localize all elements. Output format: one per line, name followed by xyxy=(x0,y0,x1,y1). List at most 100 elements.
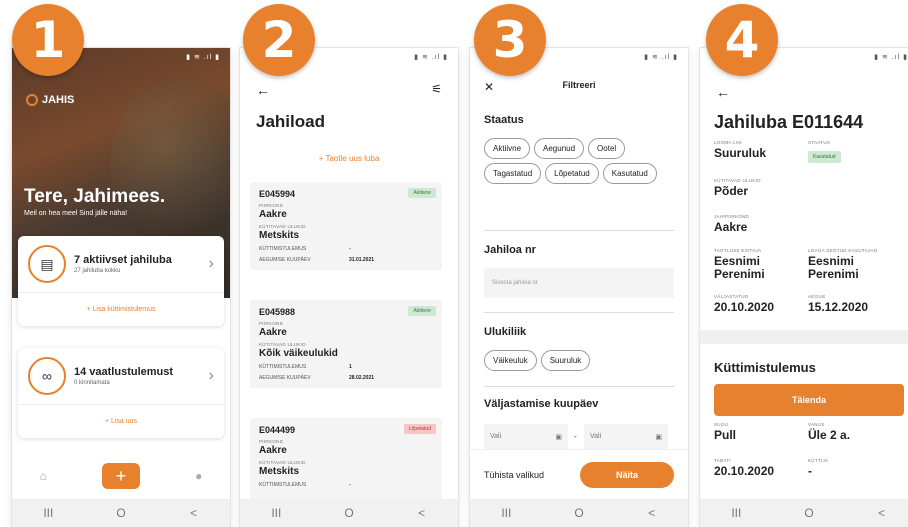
permit-card[interactable]: E045988 Aktiivne PIIRKOND Aakre KÜTITAVA… xyxy=(250,300,442,388)
home-circle-icon[interactable]: O xyxy=(794,506,824,520)
permit-card[interactable]: E045994 Aktiivne PIIRKOND Aakre KÜTITAVA… xyxy=(250,182,442,270)
status-chips: Aktiivne Aegunud Ootel Tagastatud Lõpeta… xyxy=(484,138,679,184)
result-value: 1 xyxy=(349,364,352,370)
status-badge: Lõpetatud xyxy=(403,424,436,434)
phone-permits-list: ▮ ≋ .ıl ▮ ← ⚟ Jahiload + Taotle uus luba… xyxy=(240,48,458,527)
chip-status[interactable]: Tagastatud xyxy=(484,163,542,184)
expires-value: 31.01.2021 xyxy=(349,257,375,263)
chip-status[interactable]: Aegunud xyxy=(534,138,585,159)
permits-card[interactable]: ▤ 7 aktiivset jahiluba 27 jahiluba kokku… xyxy=(18,236,224,326)
calendar-icon: ▣ xyxy=(555,434,562,441)
result-label: KÜTTIMISTULEMUS xyxy=(259,364,307,370)
status-label: STAATUS xyxy=(808,140,831,145)
species-label: KÜTITAVAD ULUKID xyxy=(259,224,306,229)
filter-title: Filtreeri xyxy=(562,80,596,90)
date-section-label: Väljastamise kuupäev xyxy=(484,398,599,410)
animal-type-label: LOOMA LIIK xyxy=(714,140,743,145)
system-nav-bar: III O < xyxy=(12,499,230,527)
fill-result-button[interactable]: Täienda xyxy=(714,384,904,416)
logo-icon xyxy=(26,94,38,106)
issued-field: VÄLJASTATUD 20.10.2020 xyxy=(714,294,774,314)
home-icon[interactable]: ⌂ xyxy=(40,469,47,483)
date-from-input[interactable]: Vali ▣ xyxy=(484,424,568,450)
sex-label: SUGU xyxy=(714,422,729,427)
area-field: JAHIPIIRKOND Aakre xyxy=(714,214,749,234)
app-showcase: 1 ▮ ≋ .ıl ▮ JAHIS Tere, Jahimees. Meil o… xyxy=(0,0,908,527)
back-arrow-icon[interactable]: ← xyxy=(716,84,730,100)
permit-card[interactable]: E044499 Lõpetatud PIIRKOND Aakre KÜTITAV… xyxy=(250,418,442,508)
recent-apps-icon[interactable]: III xyxy=(721,506,751,520)
chip-species[interactable]: Suuruluk xyxy=(540,350,591,371)
area-value: Aakre xyxy=(259,445,287,456)
phone-filter-screen: ▮ ≋ .ıl ▮ ✕ Filtreeri Staatus Aktiivne A… xyxy=(470,48,688,527)
greeting-subtitle: Meil on hea meel Sind jälle näha! xyxy=(24,210,128,217)
result-section-title: Küttimistulemus xyxy=(714,360,816,375)
permit-title: Jahiluba E011644 xyxy=(714,112,864,132)
age-field: VANUS Üle 2 a. xyxy=(808,422,850,442)
species-section-label: Ulukiliik xyxy=(484,326,527,338)
step-badge-1: 1 xyxy=(12,4,84,76)
expires-field: AEGUB 15.12.2020 xyxy=(808,294,868,314)
permit-number-input[interactable]: Sisesta jahiloa nr xyxy=(484,268,674,298)
permit-id: E045994 xyxy=(259,189,296,199)
chevron-right-icon: › xyxy=(208,255,214,272)
recent-apps-icon[interactable]: III xyxy=(261,506,291,520)
users-value: Eesnimi Perenimi xyxy=(808,254,859,281)
apply-new-permit-link[interactable]: + Taotle uus luba xyxy=(240,154,458,163)
back-chevron-icon[interactable]: < xyxy=(637,506,667,520)
observations-card[interactable]: ∞ 14 vaatlustulemust 0 kinnitamata › + L… xyxy=(18,348,224,438)
animal-type-value: Suuruluk xyxy=(714,146,767,160)
permits-total: 27 jahiluba kokku xyxy=(74,268,121,274)
area-label: JAHIPIIRKOND xyxy=(714,214,750,219)
system-nav-bar: III O < xyxy=(470,499,688,527)
expires-label: AEGUMISE KUUPÄEV xyxy=(259,375,311,381)
permits-count: 7 aktiivset jahiluba xyxy=(74,254,172,266)
chip-status[interactable]: Lõpetatud xyxy=(545,163,599,184)
permit-number-label: Jahiloa nr xyxy=(484,244,536,256)
add-result-link[interactable]: + Lisa küttimistulemus xyxy=(18,292,224,326)
back-chevron-icon[interactable]: < xyxy=(407,506,437,520)
add-button[interactable]: + xyxy=(101,463,140,489)
hunter-label: KÜTTIJA xyxy=(808,458,829,463)
back-chevron-icon[interactable]: < xyxy=(179,506,209,520)
divider xyxy=(484,230,674,231)
step-badge-2: 2 xyxy=(243,4,315,76)
chip-status[interactable]: Aktiivne xyxy=(484,138,531,159)
issued-label: VÄLJASTATUD xyxy=(714,294,749,299)
area-value: Aakre xyxy=(259,327,287,338)
brand-logo: JAHIS xyxy=(26,94,74,106)
clear-selection-button[interactable]: Tühista valikud xyxy=(484,470,544,480)
profile-icon[interactable]: ● xyxy=(195,469,202,483)
home-circle-icon[interactable]: O xyxy=(334,506,364,520)
result-value: - xyxy=(349,482,351,488)
chip-status[interactable]: Ootel xyxy=(588,138,626,159)
recent-apps-icon[interactable]: III xyxy=(33,506,63,520)
area-value: Aakre xyxy=(259,209,287,220)
result-value: - xyxy=(349,246,351,252)
binoculars-icon: ∞ xyxy=(28,357,66,395)
back-chevron-icon[interactable]: < xyxy=(867,506,897,520)
species-value: Metskits xyxy=(259,466,300,477)
species-value: Põder xyxy=(714,184,749,198)
add-observation-link[interactable]: + Lisa uus xyxy=(18,404,224,438)
show-results-button[interactable]: Näita xyxy=(580,462,674,488)
date-to-input[interactable]: Vali ▣ xyxy=(584,424,668,450)
area-label: PIIRKOND xyxy=(259,321,284,326)
back-arrow-icon[interactable]: ← xyxy=(256,82,270,98)
expires-value: 28.02.2021 xyxy=(349,375,375,381)
divider xyxy=(484,386,674,387)
chip-status[interactable]: Kasutatud xyxy=(602,163,657,184)
status-badge: Kasutatud xyxy=(808,151,841,163)
status-field: STAATUS Kasutatud xyxy=(808,140,841,163)
recent-apps-icon[interactable]: III xyxy=(491,506,521,520)
home-circle-icon[interactable]: O xyxy=(106,506,136,520)
filter-sliders-icon[interactable]: ⚟ xyxy=(431,82,442,96)
expires-value: 15.12.2020 xyxy=(808,300,869,314)
home-circle-icon[interactable]: O xyxy=(564,506,594,520)
status-badge: Aktiivne xyxy=(408,306,436,316)
chip-species[interactable]: Väikeuluk xyxy=(484,350,537,371)
brand-name: JAHIS xyxy=(42,94,75,106)
hunter-value: - xyxy=(808,464,812,478)
animal-type-field: LOOMA LIIK Suuruluk xyxy=(714,140,766,160)
observations-count: 14 vaatlustulemust xyxy=(74,366,174,378)
